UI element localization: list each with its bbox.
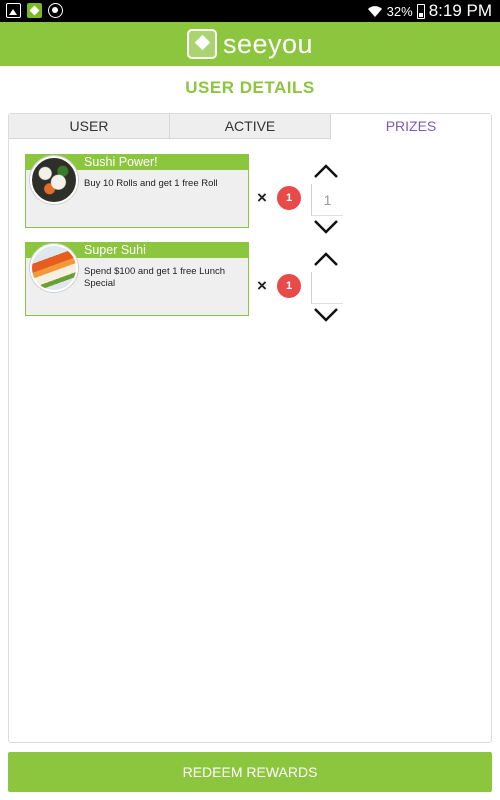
battery-icon (416, 3, 425, 19)
tab-active[interactable]: ACTIVE (170, 114, 331, 139)
prize-card[interactable]: Sushi Power! Buy 10 Rolls and get 1 free… (25, 154, 249, 228)
prize-count-badge: 1 (277, 274, 301, 298)
seeyou-logo-icon (186, 29, 217, 59)
quantity-input[interactable]: 1 (311, 184, 343, 216)
app-name: seeyou (222, 28, 314, 59)
redeem-rewards-button[interactable]: REDEEM REWARDS (8, 752, 492, 792)
photo-icon (6, 3, 21, 18)
app-logo: seeyou (186, 28, 314, 60)
clock: 8:19 PM (428, 1, 492, 20)
quantity-stepper: 1 (309, 162, 343, 234)
details-panel: USER ACTIVE PRIZES Sushi Power! Buy 10 R… (8, 113, 492, 743)
chevron-up-icon[interactable] (313, 162, 339, 180)
page-title: USER DETAILS (185, 78, 315, 97)
prize-image (30, 156, 78, 204)
prize-image (30, 244, 78, 292)
app-header: seeyou (0, 22, 500, 66)
quantity-input[interactable] (311, 272, 343, 304)
chrome-icon (48, 3, 63, 18)
prize-card[interactable]: Super Suhi Spend $100 and get 1 free Lun… (25, 242, 249, 316)
prize-count-badge: 1 (277, 186, 301, 210)
quantity-stepper (309, 250, 343, 322)
app-icon (27, 3, 42, 18)
notification-icons (6, 3, 63, 18)
wifi-icon (367, 6, 382, 17)
tab-user[interactable]: USER (9, 114, 170, 139)
tab-prizes[interactable]: PRIZES (331, 114, 491, 139)
battery-percent: 32% (386, 3, 413, 19)
chevron-down-icon[interactable] (313, 218, 339, 236)
system-indicators: 32% 8:19 PM (367, 0, 492, 22)
chevron-down-icon[interactable] (313, 306, 339, 324)
prize-row: Sushi Power! Buy 10 Rolls and get 1 free… (25, 154, 345, 234)
tab-bar: USER ACTIVE PRIZES (9, 114, 491, 139)
chevron-up-icon[interactable] (313, 250, 339, 268)
multiply-icon: × (257, 188, 267, 207)
prize-row: Super Suhi Spend $100 and get 1 free Lun… (25, 242, 345, 322)
multiply-icon: × (257, 276, 267, 295)
status-bar: 32% 8:19 PM (0, 0, 500, 22)
